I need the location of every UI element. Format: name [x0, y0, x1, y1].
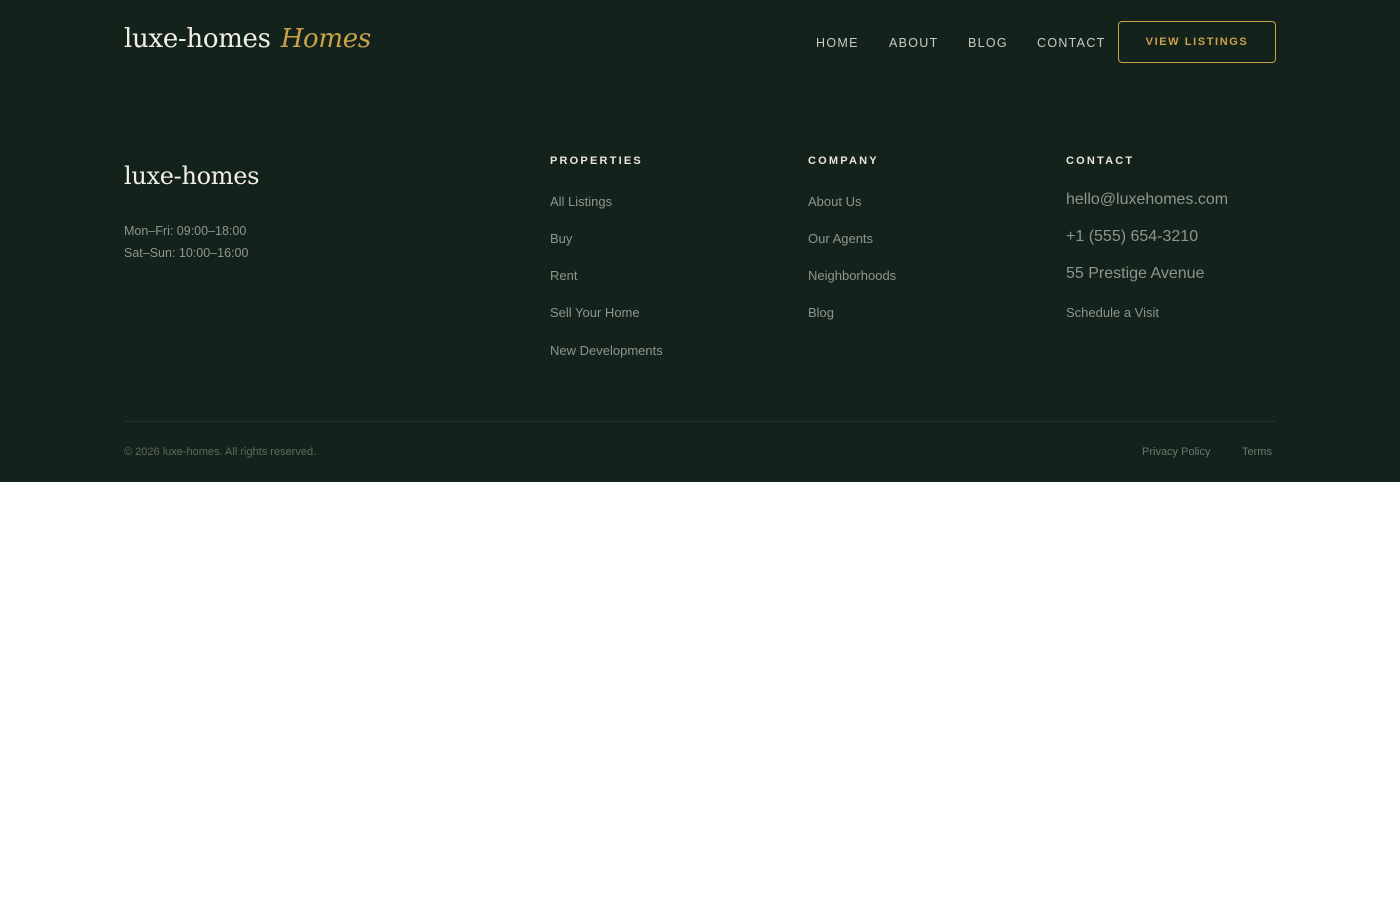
- link-new-developments[interactable]: New Developments: [550, 343, 663, 358]
- link-rent[interactable]: Rent: [550, 268, 577, 283]
- hours-weekend: Sat–Sun: 10:00–16:00: [124, 246, 249, 260]
- properties-heading: PROPERTIES: [550, 155, 643, 167]
- nav-home[interactable]: HOME: [816, 36, 859, 50]
- brand-logo[interactable]: luxe-homes Homes: [124, 24, 371, 54]
- link-neighborhoods[interactable]: Neighborhoods: [808, 268, 896, 283]
- privacy-policy-link[interactable]: Privacy Policy: [1142, 446, 1210, 458]
- footer-section: luxe-homes Homes HOME ABOUT BLOG CONTACT…: [0, 0, 1400, 482]
- contact-phone[interactable]: +1 (555) 654-3210: [1066, 228, 1198, 246]
- link-blog[interactable]: Blog: [808, 305, 834, 320]
- hours-weekday: Mon–Fri: 09:00–18:00: [124, 224, 247, 238]
- view-listings-button[interactable]: VIEW LISTINGS: [1118, 21, 1276, 63]
- nav-blog[interactable]: BLOG: [968, 36, 1008, 50]
- link-sell-your-home[interactable]: Sell Your Home: [550, 305, 640, 320]
- brand-name: luxe-homes: [124, 24, 271, 54]
- link-about-us[interactable]: About Us: [808, 194, 861, 209]
- contact-email[interactable]: hello@luxehomes.com: [1066, 191, 1228, 209]
- schedule-visit-link[interactable]: Schedule a Visit: [1066, 305, 1159, 320]
- nav-about[interactable]: ABOUT: [889, 36, 939, 50]
- contact-address: 55 Prestige Avenue: [1066, 265, 1205, 282]
- terms-link[interactable]: Terms: [1242, 446, 1272, 458]
- brand-accent: Homes: [280, 24, 372, 54]
- footer-divider: [124, 421, 1276, 422]
- copyright-text: © 2026 luxe-homes. All rights reserved.: [124, 446, 317, 458]
- link-our-agents[interactable]: Our Agents: [808, 231, 873, 246]
- contact-heading: CONTACT: [1066, 155, 1135, 167]
- link-buy[interactable]: Buy: [550, 231, 572, 246]
- link-all-listings[interactable]: All Listings: [550, 194, 612, 209]
- company-heading: COMPANY: [808, 155, 879, 167]
- footer-brand-name: luxe-homes: [124, 162, 260, 190]
- nav-contact[interactable]: CONTACT: [1037, 36, 1106, 50]
